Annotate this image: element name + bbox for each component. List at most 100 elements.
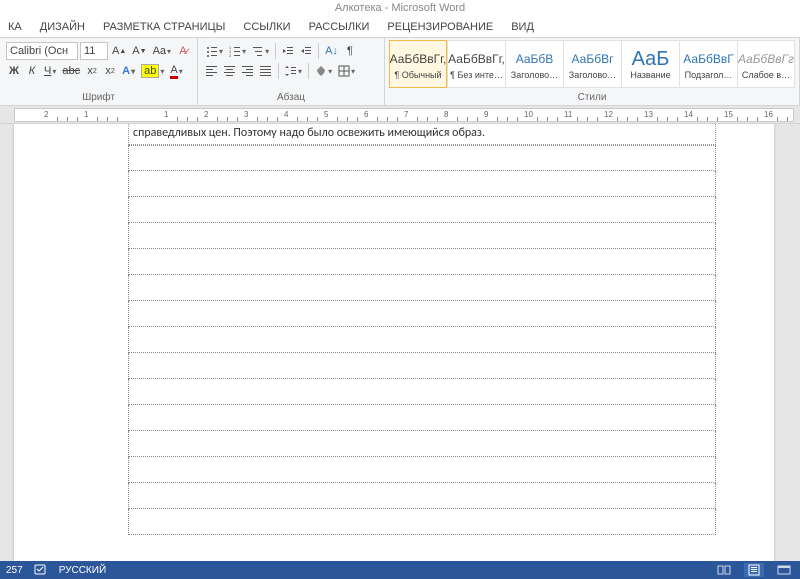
page-content[interactable]: справедливых цен. Поэтому надо было осве… [128, 124, 716, 535]
table-row[interactable] [128, 379, 716, 405]
style-item-1[interactable]: АаБбВвГг,¶ Без инте… [447, 40, 505, 88]
highlight-button[interactable]: ab▾ [139, 62, 166, 80]
style-sample: АаБ [632, 48, 670, 70]
sort-button[interactable]: A↓ [323, 42, 340, 60]
increase-indent-button[interactable] [298, 42, 314, 60]
style-item-4[interactable]: АаБНазвание [621, 40, 679, 88]
underline-button[interactable]: Ч▾ [42, 62, 58, 80]
line-spacing-button[interactable]: ▾ [283, 62, 304, 80]
view-web-layout-button[interactable] [774, 563, 794, 577]
view-read-mode-button[interactable] [714, 563, 734, 577]
table-row[interactable] [128, 405, 716, 431]
align-right-button[interactable] [240, 62, 256, 80]
ruler-number: 4 [284, 110, 288, 119]
tab-ka[interactable]: КА [8, 21, 22, 33]
align-left-button[interactable] [204, 62, 220, 80]
style-item-5[interactable]: АаБбВвГПодзагол… [679, 40, 737, 88]
status-language[interactable]: РУССКИЙ [59, 565, 106, 576]
text-effects-button[interactable]: A▾ [120, 62, 137, 80]
tab-review[interactable]: РЕЦЕНЗИРОВАНИЕ [387, 21, 493, 33]
view-print-layout-button[interactable] [744, 563, 764, 577]
style-label: Слабое в… [739, 70, 793, 80]
grow-font-button[interactable]: A▲ [110, 42, 128, 60]
table-row[interactable] [128, 457, 716, 483]
table-row[interactable] [128, 145, 716, 171]
subscript-button[interactable]: x2 [84, 62, 100, 80]
multilevel-list-button[interactable]: ▾ [250, 42, 271, 60]
paragraph-group-label: Абзац [204, 90, 378, 103]
ruler-number: 6 [364, 110, 368, 119]
tab-mailings[interactable]: РАССЫЛКИ [309, 21, 370, 33]
ruler-number: 14 [684, 110, 693, 119]
tab-view[interactable]: ВИД [511, 21, 534, 33]
bullets-button[interactable]: ▾ [204, 42, 225, 60]
strikethrough-button[interactable]: abc [60, 62, 82, 80]
table-row[interactable] [128, 353, 716, 379]
style-sample: АаБбВвГ [683, 48, 733, 70]
table-row[interactable] [128, 249, 716, 275]
font-size-combo[interactable]: 11 [80, 42, 108, 60]
shrink-font-button[interactable]: A▼ [130, 42, 148, 60]
horizontal-ruler[interactable]: 2112345678910111213141516 [14, 108, 794, 122]
table-row[interactable] [128, 327, 716, 353]
font-group: Calibri (Осн 11 A▲ A▼ Aa▾ A̷ Ж К Ч▾ abc … [0, 38, 198, 105]
bold-button[interactable]: Ж [6, 62, 22, 80]
paragraph-group: ▾ 123▾ ▾ A↓ ¶ ▾ ▾ ▾ Абза [198, 38, 385, 105]
separator-icon [318, 43, 319, 59]
status-bar: 257 РУССКИЙ [0, 561, 800, 579]
ruler-number: 15 [724, 110, 733, 119]
table-row[interactable] [128, 197, 716, 223]
tab-design[interactable]: ДИЗАЙН [40, 21, 85, 33]
table-row[interactable] [128, 431, 716, 457]
ruler-number: 11 [564, 110, 572, 119]
horizontal-ruler-area: 2112345678910111213141516 [0, 106, 800, 124]
style-label: Подзагол… [681, 70, 736, 80]
tab-references[interactable]: ССЫЛКИ [243, 21, 290, 33]
ruler-number: 5 [324, 110, 328, 119]
table-row[interactable] [128, 171, 716, 197]
style-sample: АаБбВг [572, 48, 614, 70]
table-row[interactable] [128, 509, 716, 535]
table-row[interactable] [128, 483, 716, 509]
italic-button[interactable]: К [24, 62, 40, 80]
svg-text:3: 3 [229, 53, 232, 57]
show-marks-button[interactable]: ¶ [342, 42, 358, 60]
ribbon-tabs: КА ДИЗАЙН РАЗМЕТКА СТРАНИЦЫ ССЫЛКИ РАССЫ… [0, 16, 800, 38]
table-row[interactable] [128, 223, 716, 249]
app-title: Алкотека - Microsoft Word [335, 2, 465, 14]
style-sample: АаБбВвГг, [390, 48, 447, 70]
ruler-number: 9 [484, 110, 488, 119]
font-color-button[interactable]: A▾ [168, 62, 184, 80]
ruler-number: 2 [204, 110, 208, 119]
table-row[interactable] [128, 301, 716, 327]
proofing-icon[interactable] [33, 563, 49, 577]
styles-group-label: Стили [389, 90, 795, 103]
align-center-button[interactable] [222, 62, 238, 80]
tab-page-layout[interactable]: РАЗМЕТКА СТРАНИЦЫ [103, 21, 225, 33]
clear-formatting-button[interactable]: A̷ [175, 42, 191, 60]
font-name-combo[interactable]: Calibri (Осн [6, 42, 78, 60]
ruler-number: 1 [84, 110, 88, 119]
styles-gallery[interactable]: АаБбВвГг,¶ ОбычныйАаБбВвГг,¶ Без инте…Аа… [389, 40, 795, 88]
change-case-button[interactable]: Aa▾ [151, 42, 173, 60]
superscript-button[interactable]: x2 [102, 62, 118, 80]
borders-button[interactable]: ▾ [336, 62, 357, 80]
separator-icon [275, 43, 276, 59]
style-item-3[interactable]: АаБбВгЗаголово… [563, 40, 621, 88]
separator-icon [278, 63, 279, 79]
style-item-2[interactable]: АаБбВЗаголово… [505, 40, 563, 88]
ruler-number: 3 [244, 110, 248, 119]
style-item-0[interactable]: АаБбВвГг,¶ Обычный [389, 40, 447, 88]
style-item-6[interactable]: АаБбВвГгСлабое в… [737, 40, 795, 88]
table-row[interactable] [128, 275, 716, 301]
document-area[interactable]: справедливых цен. Поэтому надо было осве… [0, 124, 800, 561]
numbering-button[interactable]: 123▾ [227, 42, 248, 60]
status-page[interactable]: 257 [6, 565, 23, 576]
ruler-number: 12 [604, 110, 613, 119]
document-text-line[interactable]: справедливых цен. Поэтому надо было осве… [128, 124, 716, 145]
justify-button[interactable] [258, 62, 274, 80]
shading-button[interactable]: ▾ [313, 62, 334, 80]
decrease-indent-button[interactable] [280, 42, 296, 60]
ruler-number: 8 [444, 110, 448, 119]
ribbon: Calibri (Осн 11 A▲ A▼ Aa▾ A̷ Ж К Ч▾ abc … [0, 38, 800, 106]
